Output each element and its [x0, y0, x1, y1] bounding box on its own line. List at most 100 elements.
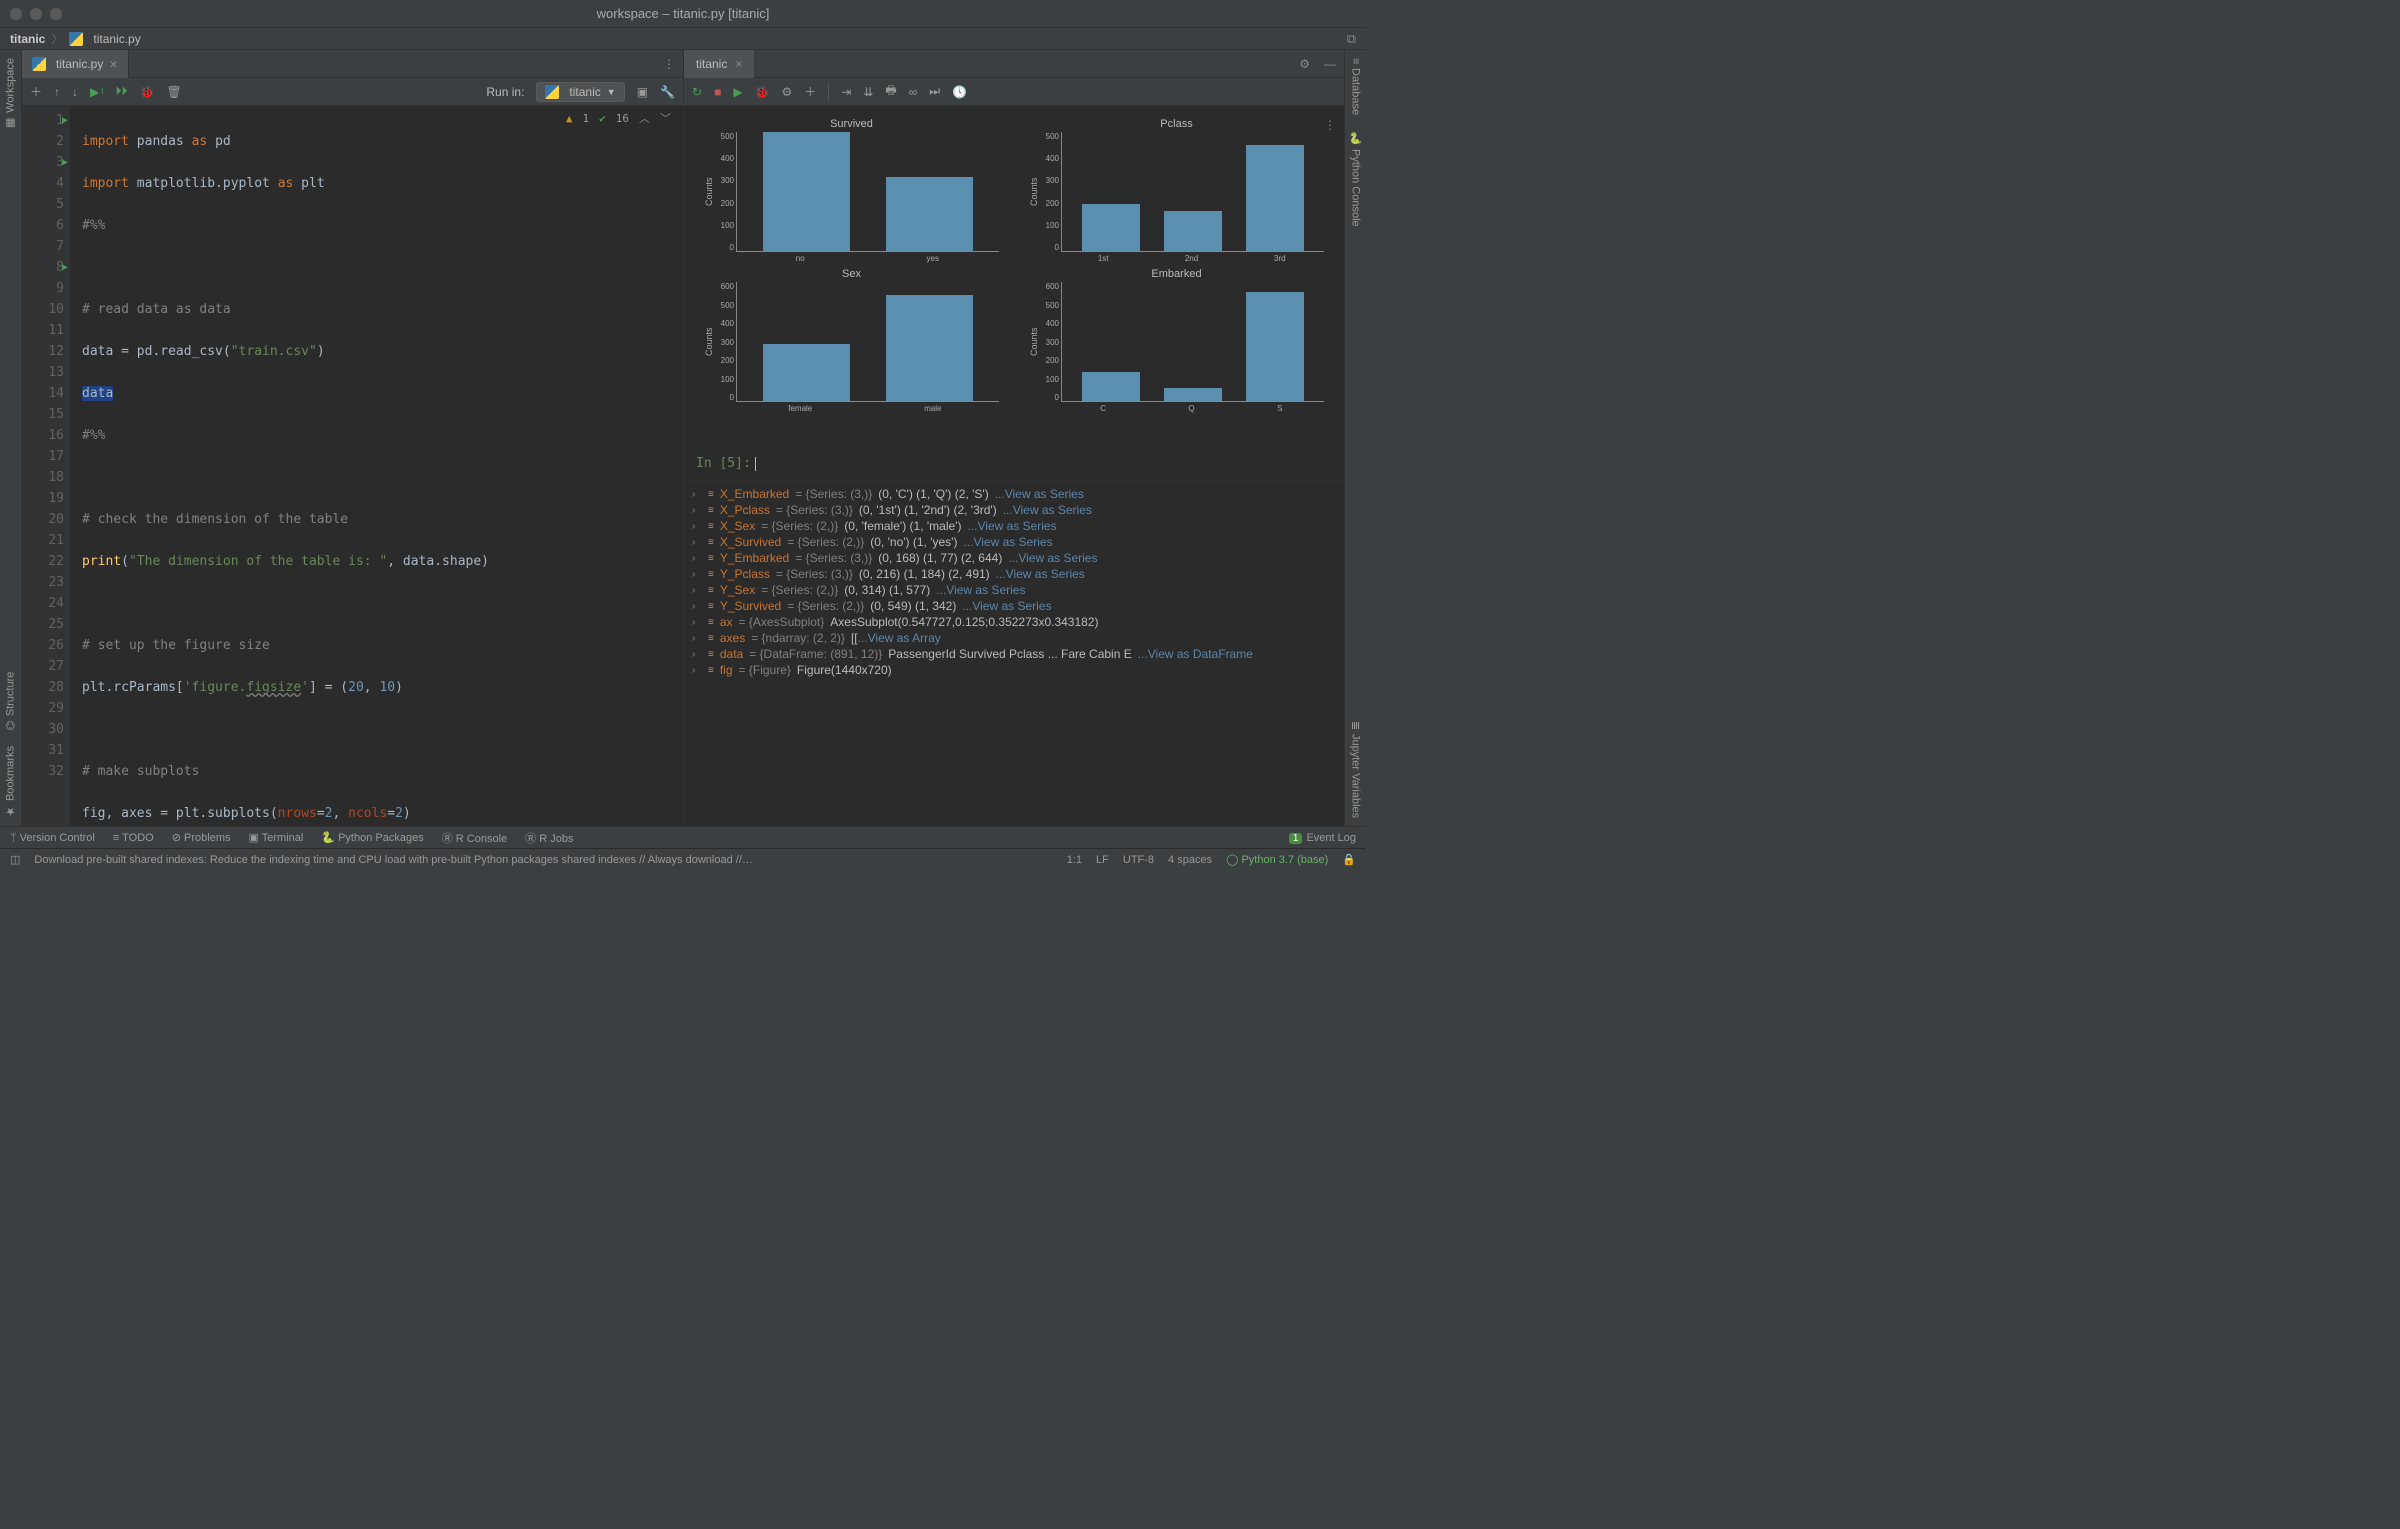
delete-cell-button[interactable]: 🗑	[166, 85, 181, 99]
problems-tool-button[interactable]: ⊘ Problems	[172, 831, 231, 844]
add-button[interactable]: ＋	[804, 83, 816, 100]
chevron-right-icon[interactable]: ›	[692, 601, 702, 612]
chevron-right-icon[interactable]: ›	[692, 489, 702, 500]
view-as-link[interactable]: ...View as Series	[995, 487, 1084, 501]
run-button[interactable]: ▶	[733, 85, 742, 99]
variable-row[interactable]: ›≡X_Sex = {Series: (2,)} (0, 'female') (…	[684, 518, 1344, 534]
lock-icon[interactable]: 🔒	[1342, 853, 1356, 866]
r-jobs-button[interactable]: Ⓡ R Jobs	[525, 830, 573, 846]
bookmarks-tool-tab[interactable]: ★Bookmarks	[0, 738, 21, 826]
chevron-up-icon[interactable]: ︿	[639, 110, 650, 126]
soft-wrap-button[interactable]: ⇥	[841, 85, 851, 99]
view-as-link[interactable]: ...View as Series	[963, 535, 1052, 549]
view-as-link[interactable]: ...View as Series	[936, 583, 1025, 597]
code-content[interactable]: import pandas as pd import matplotlib.py…	[70, 106, 683, 826]
view-as-link[interactable]: ...View as DataFrame	[1138, 647, 1253, 661]
line-separator[interactable]: LF	[1096, 854, 1109, 866]
console-input[interactable]: In [5]:	[684, 446, 1344, 482]
file-encoding[interactable]: UTF-8	[1123, 854, 1154, 866]
minimize-window[interactable]	[30, 8, 42, 20]
jupyter-vars-tool-tab[interactable]: ≣Jupyter Variables	[1345, 713, 1366, 826]
variable-row[interactable]: ›≡Y_Pclass = {Series: (3,)} (0, 216) (1,…	[684, 566, 1344, 582]
view-as-link[interactable]: ...View as Series	[962, 599, 1051, 613]
wrench-icon[interactable]: 🔧	[660, 85, 675, 99]
notebook-tab-titanic[interactable]: titanic ×	[684, 50, 754, 78]
chevron-right-icon[interactable]: ›	[692, 617, 702, 628]
debug-cell-button[interactable]: 🐞	[755, 85, 770, 99]
chevron-right-icon[interactable]: ›	[692, 585, 702, 596]
chevron-right-icon[interactable]: ›	[692, 537, 702, 548]
view-as-link[interactable]: ...View as Series	[1003, 503, 1092, 517]
close-tab-icon[interactable]: ×	[735, 57, 742, 71]
editor-tab-titanic[interactable]: titanic.py ×	[22, 50, 129, 78]
run-gutter-icon[interactable]: ▶	[62, 110, 68, 131]
view-as-link[interactable]: ...View as Series	[1008, 551, 1097, 565]
chevron-right-icon[interactable]: ›	[692, 665, 702, 676]
run-all-button[interactable]: ⏵⏵	[115, 84, 127, 99]
python-console-tool-tab[interactable]: 🐍Python Console	[1345, 124, 1366, 235]
minimize-icon[interactable]: —	[1316, 57, 1344, 71]
stop-kernel-button[interactable]: ■	[714, 85, 721, 99]
terminal-tool-button[interactable]: ▣ Terminal	[248, 831, 303, 844]
fast-forward-button[interactable]: ⏭	[929, 84, 940, 99]
view-as-link[interactable]: ...View as Series	[996, 567, 1085, 581]
restart-kernel-button[interactable]: ↻	[692, 85, 702, 99]
python-interpreter[interactable]: ◯ Python 3.7 (base)	[1226, 853, 1328, 866]
variable-row[interactable]: ›≡Y_Embarked = {Series: (3,)} (0, 168) (…	[684, 550, 1344, 566]
variable-row[interactable]: ›≡ax = {AxesSubplot} AxesSubplot(0.54772…	[684, 614, 1344, 630]
variable-row[interactable]: ›≡X_Pclass = {Series: (3,)} (0, '1st') (…	[684, 502, 1344, 518]
scroll-button[interactable]: ⇊	[863, 85, 873, 99]
status-message[interactable]: Download pre-built shared indexes: Reduc…	[34, 854, 754, 866]
link-button[interactable]: ∞	[909, 85, 918, 99]
event-log-button[interactable]: 1Event Log	[1289, 832, 1356, 844]
settings-button[interactable]: ⚙	[782, 85, 793, 99]
chevron-right-icon[interactable]: ›	[692, 649, 702, 660]
vcs-tool-button[interactable]: ᛘ Version Control	[10, 832, 95, 844]
view-as-link[interactable]: ...View as Series	[967, 519, 1056, 533]
hide-tool-windows-icon[interactable]: ◫	[10, 853, 20, 866]
run-cell-button[interactable]: ▶I	[90, 85, 103, 99]
chart-more-icon[interactable]: ⋮	[1324, 118, 1336, 132]
python-packages-button[interactable]: 🐍 Python Packages	[321, 831, 423, 844]
chevron-right-icon[interactable]: ›	[692, 553, 702, 564]
run-script-button[interactable]: ▣	[637, 85, 648, 99]
debug-button[interactable]: 🐞	[140, 85, 155, 99]
zoom-window[interactable]	[50, 8, 62, 20]
chevron-right-icon[interactable]: ›	[692, 569, 702, 580]
caret-position[interactable]: 1:1	[1067, 854, 1082, 866]
close-tab-icon[interactable]: ×	[109, 56, 117, 72]
breadcrumb-project[interactable]: titanic	[10, 32, 45, 46]
chevron-right-icon[interactable]: ›	[692, 505, 702, 516]
database-tool-tab[interactable]: ≡Database	[1345, 50, 1366, 124]
move-down-button[interactable]: ↓	[72, 85, 78, 99]
run-gutter-icon[interactable]: ▶	[62, 152, 68, 173]
chevron-right-icon[interactable]: ›	[692, 633, 702, 644]
inspections-widget[interactable]: ▲1 ✔16 ︿ ﹀	[566, 110, 671, 126]
history-button[interactable]: 🕓	[952, 85, 967, 99]
variable-row[interactable]: ›≡Y_Sex = {Series: (2,)} (0, 314) (1, 57…	[684, 582, 1344, 598]
tabs-more-icon[interactable]: ⋮	[655, 57, 683, 71]
indent-settings[interactable]: 4 spaces	[1168, 854, 1212, 866]
variable-row[interactable]: ›≡fig = {Figure} Figure(1440x720)	[684, 662, 1344, 678]
r-console-button[interactable]: Ⓡ R Console	[442, 830, 507, 846]
todo-tool-button[interactable]: ≡ TODO	[113, 832, 154, 844]
structure-tool-tab[interactable]: ⌬Structure	[0, 664, 21, 738]
move-up-button[interactable]: ↑	[54, 85, 60, 99]
chevron-right-icon[interactable]: ›	[692, 521, 702, 532]
breadcrumb-file[interactable]: titanic.py	[93, 32, 140, 46]
close-window[interactable]	[10, 8, 22, 20]
workspace-tool-tab[interactable]: ▦Workspace	[0, 50, 21, 138]
run-config-dropdown[interactable]: titanic ▼	[536, 82, 624, 102]
run-gutter-icon[interactable]: ▶	[62, 257, 68, 278]
code-editor[interactable]: ▲1 ✔16 ︿ ﹀ 1▶ 2 3▶ 4567 8▶ 9101112 13141…	[22, 106, 683, 826]
variable-row[interactable]: ›≡axes = {ndarray: (2, 2)} [[...View as …	[684, 630, 1344, 646]
view-as-link[interactable]: ...View as Array	[858, 631, 941, 645]
chevron-down-icon[interactable]: ﹀	[660, 110, 671, 126]
print-button[interactable]: 🖶	[885, 81, 896, 102]
variable-row[interactable]: ›≡data = {DataFrame: (891, 12)} Passenge…	[684, 646, 1344, 662]
variable-row[interactable]: ›≡X_Survived = {Series: (2,)} (0, 'no') …	[684, 534, 1344, 550]
add-cell-button[interactable]: ＋	[30, 83, 42, 100]
variable-row[interactable]: ›≡X_Embarked = {Series: (3,)} (0, 'C') (…	[684, 486, 1344, 502]
variable-row[interactable]: ›≡Y_Survived = {Series: (2,)} (0, 549) (…	[684, 598, 1344, 614]
gear-icon[interactable]: ⚙	[1293, 57, 1316, 71]
